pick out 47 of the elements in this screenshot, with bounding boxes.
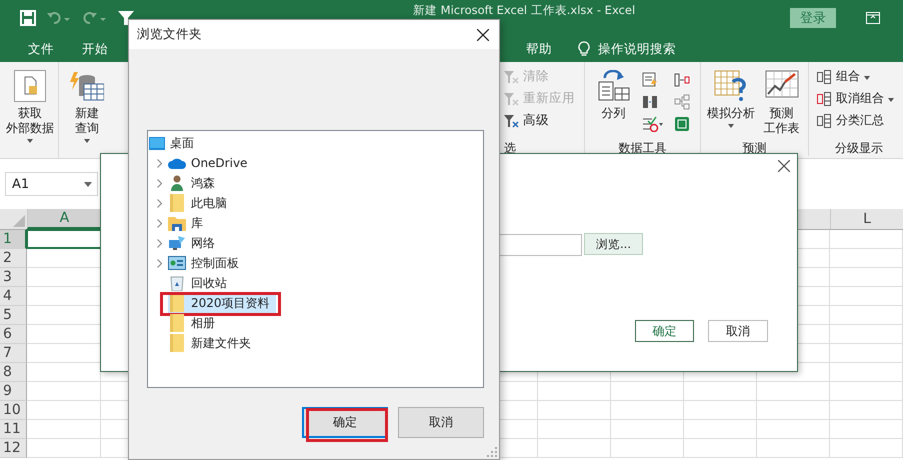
tree-item[interactable]: 鸿森 <box>191 174 215 192</box>
window-title: 新建 Microsoft Excel 工作表.xlsx - Excel <box>413 4 636 17</box>
tree-item[interactable]: 回收站 <box>191 274 227 292</box>
tree-item[interactable]: OneDrive <box>191 156 248 170</box>
row-header[interactable]: 6 <box>0 325 27 344</box>
ribbon-button[interactable]: 获取 外部数据 <box>6 106 54 136</box>
group-label: 数据工具 <box>618 140 668 156</box>
row-header[interactable]: 3 <box>0 268 27 287</box>
row-header[interactable]: 9 <box>0 382 27 401</box>
tell-me-search[interactable]: 操作说明搜索 <box>598 40 676 58</box>
tree-item[interactable]: 此电脑 <box>191 194 227 212</box>
row-header[interactable]: 10 <box>0 401 27 420</box>
column-header[interactable]: A <box>60 210 70 226</box>
row-header[interactable]: 12 <box>0 439 27 458</box>
row-header[interactable]: 1 <box>0 230 27 249</box>
cancel-button[interactable]: 取消 <box>708 320 768 342</box>
group-label: 分级显示 <box>834 140 884 156</box>
group-label: 预测 <box>742 140 768 156</box>
tree-item[interactable]: 控制面板 <box>191 254 239 272</box>
dialog-title: 浏览文件夹 <box>137 26 202 43</box>
ribbon-button[interactable]: 新建 查询 <box>75 106 99 136</box>
ribbon-tab[interactable]: 文件 <box>14 36 68 62</box>
tree-item[interactable]: 新建文件夹 <box>191 334 251 352</box>
ribbon-button[interactable]: 组合 <box>836 68 860 85</box>
ribbon-tab[interactable]: 帮助 <box>512 36 566 62</box>
column-header[interactable]: L <box>863 211 871 227</box>
tree-item[interactable]: 库 <box>191 214 203 232</box>
ribbon-tab[interactable]: 开始 <box>68 36 122 62</box>
ribbon-button[interactable]: 分类汇总 <box>836 112 884 129</box>
row-header[interactable]: 7 <box>0 344 27 363</box>
tree-item[interactable]: 网络 <box>191 234 215 252</box>
browse-button[interactable]: 浏览... <box>584 233 643 255</box>
row-header[interactable]: 4 <box>0 287 27 306</box>
ribbon-button[interactable]: 取消组合 <box>836 90 884 107</box>
name-box[interactable]: A1 <box>5 172 98 196</box>
ribbon-button[interactable]: 模拟分析 <box>707 106 755 121</box>
row-header[interactable]: 8 <box>0 363 27 382</box>
tree-item[interactable]: 相册 <box>191 314 215 332</box>
ribbon-button[interactable]: 分列 <box>602 106 626 121</box>
ribbon-button[interactable]: 高级 <box>523 112 549 129</box>
cancel-button[interactable]: 取消 <box>398 407 484 438</box>
tree-item[interactable]: 桌面 <box>170 134 194 152</box>
row-header[interactable]: 2 <box>0 249 27 268</box>
ribbon-button[interactable]: 预测 工作表 <box>764 106 800 136</box>
ok-button[interactable]: 确定 <box>635 320 694 342</box>
row-header[interactable]: 5 <box>0 306 27 325</box>
row-header[interactable]: 11 <box>0 420 27 439</box>
